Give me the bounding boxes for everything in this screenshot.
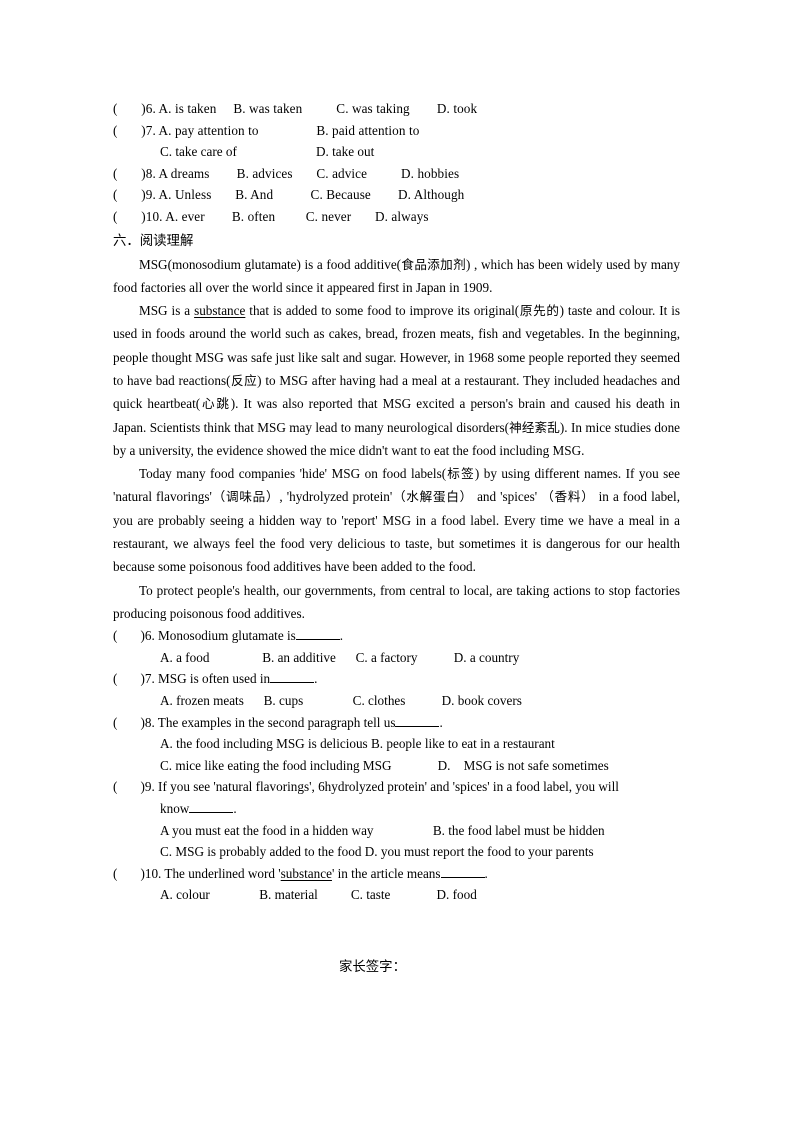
answer-blank-9[interactable] <box>189 800 234 813</box>
question-9-options-cd: C. MSG is probably added to the food D. … <box>160 844 594 860</box>
chinese-gloss: 心跳 <box>200 396 231 412</box>
cloze-option-row-8: ( )8. A dreams B. advices C. advice D. h… <box>113 165 460 181</box>
cloze-option-row-6: ( )6. A. is taken B. was taken C. was ta… <box>113 101 478 116</box>
chinese-gloss: 食品添加剂 <box>401 256 467 272</box>
comprehension-questions-block: ( )6. Monosodium glutamate is. A. a food… <box>113 625 680 906</box>
page-content: ( )6. A. is taken B. was taken C. was ta… <box>113 98 680 975</box>
question-10-options: A. colour B. material C. taste D. food <box>160 887 477 903</box>
passage-paragraph-4: To protect people's health, our governme… <box>113 582 680 621</box>
question-9-options-ab: A you must eat the food in a hidden way … <box>160 822 605 838</box>
parent-signature-label: 家长签字： <box>339 959 406 975</box>
question-8-stem-text: ( )8. The examples in the second paragra… <box>113 714 396 730</box>
question-10-stem-text: ( )10. The underlined word ' <box>113 865 281 881</box>
passage-paragraph-1: MSG(monosodium glutamate) is a food addi… <box>113 256 680 295</box>
question-10-stem-middle: ' in the article means <box>331 865 441 881</box>
answer-blank-6[interactable] <box>295 627 340 641</box>
cloze-option-row-9: ( )9. A. Unless B. And C. Because D. Alt… <box>113 187 465 202</box>
chinese-gloss: 反应 <box>230 372 258 388</box>
cloze-option-row-7-cont: C. take care of D. take out <box>160 144 375 159</box>
chinese-gloss: （水解蛋白） <box>392 489 474 505</box>
question-8-stem-end: . <box>439 714 443 730</box>
question-6-options: A. a food B. an additive C. a factory D.… <box>160 649 520 665</box>
section-heading-reading: 六．阅读理解 <box>113 234 194 249</box>
chinese-gloss: 神经紊乱 <box>509 419 560 435</box>
reading-passage: MSG(monosodium glutamate) is a food addi… <box>113 253 680 626</box>
answer-blank-7[interactable] <box>270 670 315 684</box>
question-9-stem-know: know <box>160 801 190 816</box>
question-8-options-ab: A. the food including MSG is delicious B… <box>160 736 555 752</box>
question-6-stem-text: ( )6. Monosodium glutamate is <box>113 628 296 644</box>
passage-paragraph-2: MSG is a substance that is added to some… <box>113 303 681 458</box>
question-7-options: A. frozen meats B. cups C. clothes D. bo… <box>160 693 522 709</box>
question-7-stem-end: . <box>314 671 318 687</box>
cloze-options-block: ( )6. A. is taken B. was taken C. was ta… <box>113 98 680 227</box>
question-6-stem-end: . <box>339 628 344 644</box>
question-10-stem-end: . <box>484 865 488 881</box>
chinese-gloss: （调味品） <box>211 489 280 505</box>
chinese-gloss: 标签 <box>446 466 475 482</box>
question-9-stem-line2: know. <box>113 798 680 820</box>
cloze-option-row-10: ( )10. A. ever B. often C. never D. alwa… <box>113 208 429 224</box>
question-10-underlined-word: substance <box>280 865 332 881</box>
question-8-stem: ( )8. The examples in the second paragra… <box>113 712 680 734</box>
document-page: ( )6. A. is taken B. was taken C. was ta… <box>0 0 794 1123</box>
answer-blank-8[interactable] <box>395 713 440 727</box>
question-9-stem-line1: ( )9. If you see 'natural flavorings', 6… <box>113 779 619 795</box>
chinese-gloss: （香料） <box>541 489 595 505</box>
question-8-options-cd: C. mice like eating the food including M… <box>160 757 609 773</box>
chinese-gloss: 原先的 <box>519 303 560 319</box>
question-7-stem: ( )7. MSG is often used in. <box>113 668 680 690</box>
question-7-stem-text: ( )7. MSG is often used in <box>113 671 271 687</box>
question-9-stem-end: . <box>233 801 237 816</box>
underlined-term: substance <box>194 303 246 319</box>
question-10-stem: ( )10. The underlined word 'substance' i… <box>113 863 680 885</box>
cloze-option-row-7: ( )7. A. pay attention to B. paid attent… <box>113 122 420 138</box>
passage-paragraph-3: Today many food companies 'hide' MSG on … <box>113 466 680 575</box>
question-6-stem: ( )6. Monosodium glutamate is. <box>113 625 680 647</box>
answer-blank-10[interactable] <box>440 865 485 878</box>
